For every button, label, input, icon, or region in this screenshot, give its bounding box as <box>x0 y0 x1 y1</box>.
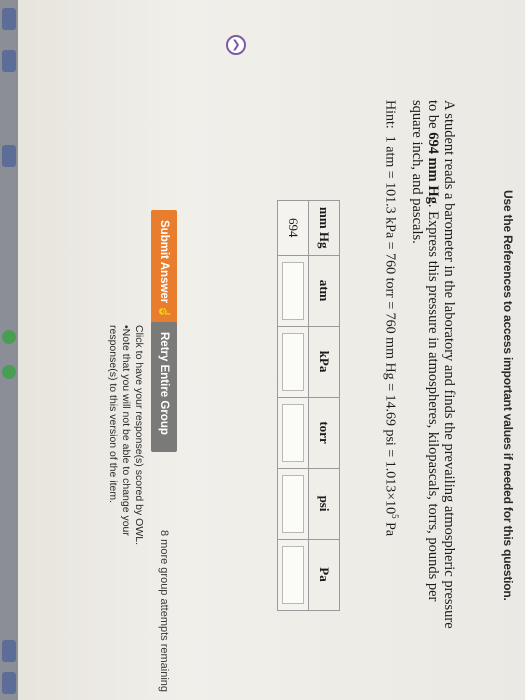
retry-group-button[interactable]: Retry Entire Group <box>151 322 177 452</box>
cell-kpa <box>277 326 309 398</box>
hint-label: Hint: <box>382 100 398 129</box>
screen: ❯ Use the References to access important… <box>0 0 525 700</box>
header-mmhg: mm Hg <box>308 200 340 256</box>
note-line-2: •Note that you will not be able to chang… <box>120 325 132 536</box>
note-line-3: response(s) to this version of the item. <box>107 325 119 503</box>
header-kpa: kPa <box>308 326 340 398</box>
table-row: 694 <box>277 200 309 611</box>
conversion-table: mm Hg atm kPa torr psi Pa 694 <box>277 200 340 611</box>
note-line-1: Click to have your response(s) scored by… <box>133 325 145 545</box>
hand-cursor-icon: ☝ <box>158 305 170 319</box>
torr-input[interactable] <box>282 403 304 462</box>
atm-input[interactable] <box>282 261 304 320</box>
given-unit: mm Hg <box>425 153 441 204</box>
header-pa: Pa <box>308 539 340 611</box>
cell-atm <box>277 255 309 327</box>
cell-torr <box>277 397 309 469</box>
attempts-remaining: 8 more group attempts remaining <box>158 530 170 693</box>
given-mmhg-value: 694 <box>277 200 309 256</box>
references-banner[interactable]: Use the References to access important v… <box>501 190 515 690</box>
header-torr: torr <box>308 397 340 469</box>
pa-input[interactable] <box>282 545 304 604</box>
hint-tail: Pa <box>382 518 398 537</box>
table-header-row: mm Hg atm kPa torr psi Pa <box>308 200 340 611</box>
given-value: 694 <box>425 132 441 154</box>
hint-line: Hint: 1 atm = 101.3 kPa = 760 torr = 760… <box>381 100 400 680</box>
hint-body: 1 atm = 101.3 kPa = 760 torr = 760 mm Hg… <box>382 135 398 515</box>
kpa-input[interactable] <box>282 332 304 391</box>
cell-pa <box>277 539 309 611</box>
cell-psi <box>277 468 309 540</box>
submit-label: Submit Answer <box>158 220 170 304</box>
submit-notes: Click to have your response(s) scored by… <box>106 325 145 585</box>
psi-input[interactable] <box>282 474 304 533</box>
question-frame: Use the References to access important v… <box>0 0 525 700</box>
question-text: A student reads a barometer in the labor… <box>409 100 457 640</box>
header-psi: psi <box>308 468 340 540</box>
header-atm: atm <box>308 255 340 327</box>
submit-answer-button[interactable]: Submit Answer☝ <box>151 210 177 340</box>
